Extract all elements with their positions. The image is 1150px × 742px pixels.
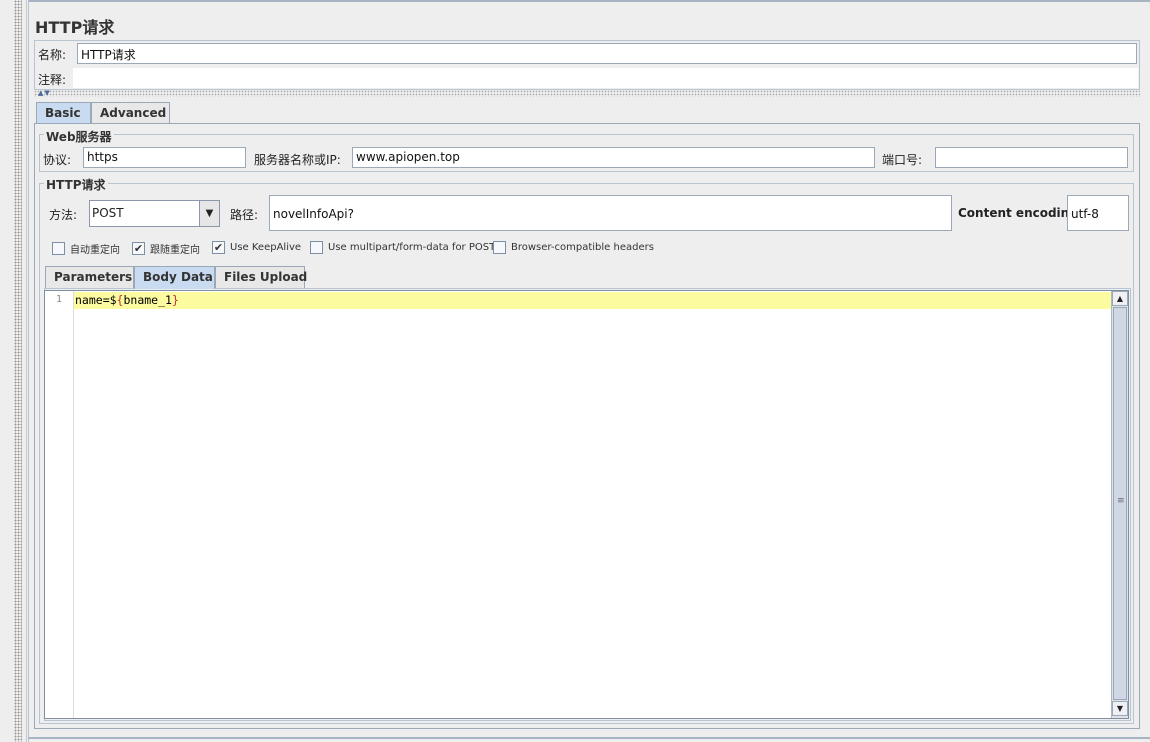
auto-redirect-checkbox[interactable]: 自动重定向 [52, 241, 120, 256]
grip-icon: ≡ [1117, 496, 1125, 506]
checkmark-icon: ✔ [132, 242, 145, 255]
browser-compatible-checkbox[interactable]: Browser-compatible headers [493, 241, 654, 254]
scroll-down-icon[interactable]: ▼ [1112, 701, 1128, 716]
splitter-grip [14, 0, 22, 742]
server-name-label: 服务器名称或IP: [254, 153, 341, 167]
follow-redirect-checkbox[interactable]: ✔ 跟随重定向 [132, 241, 200, 256]
scroll-up-icon[interactable]: ▲ [1112, 291, 1128, 306]
tab-files-upload[interactable]: Files Upload [215, 266, 307, 288]
http-request-group-title: HTTP请求 [44, 176, 108, 193]
tab-body-data[interactable]: Body Data [134, 266, 215, 289]
code-variable: bname_1 [123, 293, 172, 307]
page-title: HTTP请求 [35, 18, 115, 37]
keepalive-checkbox[interactable]: ✔ Use KeepAlive [212, 241, 301, 254]
method-select[interactable]: POST ▼ [89, 200, 220, 227]
method-label: 方法: [49, 208, 78, 222]
path-label: 路径: [230, 208, 259, 222]
body-data-editor[interactable]: 1 name=${bname_1} ▲ ≡ ▼ [44, 290, 1129, 719]
code-prefix: name=$ [75, 293, 117, 307]
comment-field[interactable] [73, 68, 1138, 88]
current-line-highlight [74, 292, 1111, 309]
checkbox-unchecked-icon [493, 241, 506, 254]
left-splitter[interactable] [0, 0, 27, 742]
protocol-field[interactable]: https [83, 147, 246, 168]
browser-compatible-label: Browser-compatible headers [511, 242, 654, 253]
checkmark-icon: ✔ [212, 241, 225, 254]
multipart-label: Use multipart/form-data for POST [328, 242, 496, 253]
content-encoding-field[interactable]: utf-8 [1067, 195, 1129, 231]
tab-advanced[interactable]: Advanced [91, 102, 170, 124]
multipart-checkbox[interactable]: Use multipart/form-data for POST [310, 241, 495, 254]
collapse-arrows-icon[interactable]: ▲▼ [38, 89, 51, 97]
tab-basic[interactable]: Basic [36, 102, 91, 125]
name-label: 名称: [38, 48, 67, 62]
line-number-gutter: 1 [45, 291, 74, 718]
checkbox-unchecked-icon [52, 242, 65, 255]
collapse-divider[interactable] [34, 90, 1140, 97]
code-close-brace: } [171, 293, 179, 307]
method-value: POST [92, 206, 124, 220]
keepalive-label: Use KeepAlive [230, 242, 302, 253]
protocol-label: 协议: [43, 153, 72, 167]
port-label: 端口号: [882, 153, 923, 167]
bottom-border [28, 737, 1150, 739]
follow-redirect-label: 跟随重定向 [150, 245, 200, 256]
tab-parameters[interactable]: Parameters [45, 266, 134, 288]
code-line[interactable]: name=${bname_1} [75, 293, 179, 307]
line-number: 1 [56, 294, 63, 305]
chevron-down-icon[interactable]: ▼ [199, 201, 219, 226]
name-field[interactable]: HTTP请求 [77, 43, 1137, 64]
scrollbar-thumb[interactable]: ≡ [1113, 307, 1127, 700]
web-server-group-title: Web服务器 [44, 128, 114, 145]
vertical-scrollbar[interactable]: ▲ ≡ ▼ [1111, 291, 1128, 718]
auto-redirect-label: 自动重定向 [70, 245, 120, 256]
server-name-field[interactable]: www.apiopen.top [352, 147, 875, 168]
path-field[interactable]: novelInfoApi? [269, 195, 952, 231]
checkbox-unchecked-icon [310, 241, 323, 254]
content-encoding-label: Content encoding: [958, 206, 1083, 220]
port-field[interactable] [935, 147, 1128, 168]
comment-label: 注释: [38, 73, 67, 87]
